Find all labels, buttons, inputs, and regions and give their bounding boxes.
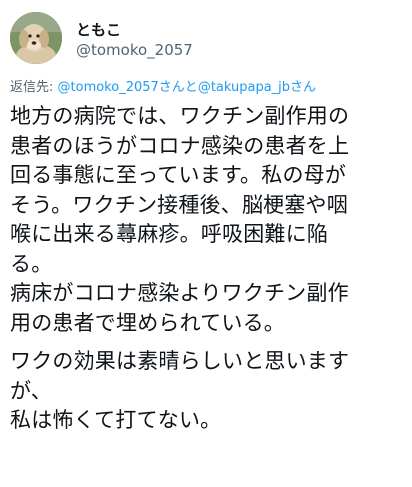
dog-avatar-icon: [10, 12, 62, 64]
reply-prefix: 返信先:: [10, 80, 58, 95]
text-line: 地方の病院では、ワクチン副作用の: [10, 104, 350, 128]
reply-to-line: 返信先: @tomoko_2057さんと@takupapa_jbさん: [10, 79, 316, 97]
tweet-paragraph-3: ワクの効果は素晴らしいと思います が、 私は怖くて打てない。: [10, 347, 406, 436]
reply-user-link-2[interactable]: @takupapa_jb: [198, 80, 290, 95]
tweet-paragraph-1: 地方の病院では、ワクチン副作用の 患者のほうがコロナ感染の患者を上 回る事態に至…: [10, 102, 406, 279]
reply-user-link-1[interactable]: @tomoko_2057: [58, 80, 159, 95]
text-line: が、: [10, 378, 52, 403]
text-line: 喉に出来る蕁麻疹。呼吸困難に陥: [10, 222, 328, 246]
text-line: 回る事態に至っています。私の母が: [10, 163, 347, 187]
user-handle[interactable]: @tomoko_2057: [76, 40, 193, 60]
tweet-text: 地方の病院では、ワクチン副作用の 患者のほうがコロナ感染の患者を上 回る事態に至…: [10, 102, 406, 436]
reply-suffix: さん: [290, 80, 317, 95]
text-line: 用の患者で埋められている。: [10, 310, 285, 335]
text-line: 患者のほうがコロナ感染の患者を上: [10, 133, 350, 158]
reply-connector: さんと: [158, 80, 198, 95]
text-line: そう。ワクチン接種後、脳梗塞や咽: [10, 192, 348, 217]
text-line: 私は怖くて打てない。: [10, 408, 222, 432]
display-name[interactable]: ともこ: [76, 20, 121, 40]
text-line: 病床がコロナ感染よりワクチン副作: [10, 281, 349, 305]
avatar[interactable]: [10, 12, 62, 64]
text-line: ワクの効果は素晴らしいと思います: [10, 349, 350, 373]
tweet: ともこ @tomoko_2057 返信先: @tomoko_2057さんと@ta…: [0, 0, 412, 487]
text-line: る。: [10, 251, 53, 276]
tweet-paragraph-2: 病床がコロナ感染よりワクチン副作 用の患者で埋められている。: [10, 279, 406, 338]
